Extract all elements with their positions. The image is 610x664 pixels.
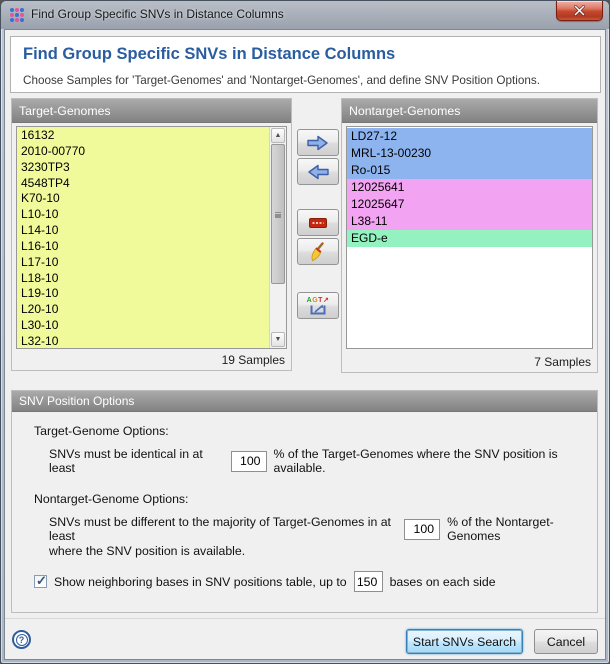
title-bar: Find Group Specific SNVs in Distance Col… <box>1 1 609 29</box>
target-rule-text-pre: SNVs must be identical in at least <box>49 447 224 475</box>
list-item[interactable]: LD27-12 <box>347 128 592 145</box>
list-item[interactable]: Ro-015 <box>347 162 592 179</box>
nontarget-percent-input[interactable] <box>404 519 440 540</box>
nontarget-genomes-header: Nontarget-Genomes <box>342 99 597 123</box>
target-genomes-header: Target-Genomes <box>12 99 291 123</box>
app-icon <box>10 8 25 23</box>
neighbor-bases-input[interactable] <box>354 571 383 592</box>
list-item[interactable]: L19-10 <box>17 286 269 302</box>
list-item[interactable]: L18-10 <box>17 271 269 287</box>
list-item[interactable]: L16-10 <box>17 239 269 255</box>
list-item[interactable]: 12025647 <box>347 196 592 213</box>
target-rule-row: SNVs must be identical in at least % of … <box>49 447 597 475</box>
list-item[interactable]: K70-10 <box>17 191 269 207</box>
target-list-scrollbar[interactable]: ▲ ▼ <box>269 127 286 348</box>
close-icon <box>574 5 585 16</box>
page-title: Find Group Specific SNVs in Distance Col… <box>23 45 395 64</box>
scrollbar-thumb[interactable] <box>271 144 285 284</box>
target-genomes-panel: Target-Genomes 161322010-007703230TP3454… <box>11 98 292 371</box>
snv-position-options-header: SNV Position Options <box>12 391 597 412</box>
broom-icon <box>308 242 328 262</box>
nontarget-genomes-listbox[interactable]: LD27-12MRL-13-00230Ro-015120256411202564… <box>346 126 593 349</box>
list-item[interactable]: L32-10 <box>17 334 269 349</box>
list-item[interactable]: 4548TP4 <box>17 176 269 192</box>
list-item[interactable]: 12025641 <box>347 179 592 196</box>
list-item[interactable]: MRL-13-00230 <box>347 145 592 162</box>
target-samples-count: 19 Samples <box>222 353 285 367</box>
target-genomes-list: 161322010-007703230TP34548TP4K70-10L10-1… <box>17 127 269 348</box>
list-item[interactable]: 3230TP3 <box>17 160 269 176</box>
neighbor-text-pre: Show neighboring bases in SNV positions … <box>54 575 347 589</box>
page-subtitle: Choose Samples for 'Target-Genomes' and … <box>23 74 540 87</box>
nontarget-genomes-panel: Nontarget-Genomes LD27-12MRL-13-00230Ro-… <box>341 98 598 373</box>
list-item[interactable]: L38-11 <box>347 213 592 230</box>
close-button[interactable] <box>556 1 603 21</box>
move-to-nontarget-button[interactable] <box>297 129 339 156</box>
select-from-alignment-button[interactable]: AGT↗ <box>297 292 339 319</box>
window-title: Find Group Specific SNVs in Distance Col… <box>31 1 284 29</box>
sequence-select-icon: AGT↗ <box>307 297 330 315</box>
arrow-left-icon <box>306 164 330 180</box>
list-item[interactable]: L20-10 <box>17 302 269 318</box>
neighbor-bases-row: Show neighboring bases in SNV positions … <box>34 571 496 592</box>
arrow-right-icon <box>306 135 330 151</box>
list-item[interactable]: L10-10 <box>17 207 269 223</box>
help-icon: ? <box>16 634 28 646</box>
nontarget-rule-continuation: where the SNV position is available. <box>49 544 245 558</box>
nontarget-rule-text-post: % of the Nontarget-Genomes <box>447 515 597 543</box>
nontarget-rule-row: SNVs must be different to the majority o… <box>49 515 597 543</box>
nontarget-rule-text-pre: SNVs must be different to the majority o… <box>49 515 397 543</box>
target-rule-text-post: % of the Target-Genomes where the SNV po… <box>274 447 597 475</box>
list-item[interactable]: 2010-00770 <box>17 144 269 160</box>
clear-lists-button[interactable] <box>297 238 339 265</box>
move-to-target-button[interactable] <box>297 158 339 185</box>
remove-icon <box>309 218 327 228</box>
list-item[interactable]: 16132 <box>17 128 269 144</box>
dialog-window: Find Group Specific SNVs in Distance Col… <box>0 0 610 664</box>
start-snvs-search-button[interactable]: Start SNVs Search <box>406 629 523 654</box>
neighbor-text-post: bases on each side <box>390 575 496 589</box>
list-item[interactable]: EGD-e <box>347 230 592 247</box>
snv-position-options-group: SNV Position Options Target-Genome Optio… <box>11 390 598 613</box>
nontarget-genomes-list: LD27-12MRL-13-00230Ro-015120256411202564… <box>347 127 592 348</box>
cancel-button[interactable]: Cancel <box>534 629 598 654</box>
footer-separator <box>5 618 605 619</box>
nontarget-samples-count: 7 Samples <box>534 355 591 369</box>
help-button[interactable]: ? <box>12 630 31 649</box>
neighbor-checkbox[interactable] <box>34 575 47 588</box>
target-genomes-listbox[interactable]: 161322010-007703230TP34548TP4K70-10L10-1… <box>16 126 287 349</box>
target-percent-input[interactable] <box>231 451 267 472</box>
scroll-up-icon[interactable]: ▲ <box>271 128 285 143</box>
list-item[interactable]: L14-10 <box>17 223 269 239</box>
nontarget-genome-options-label: Nontarget-Genome Options: <box>34 492 188 506</box>
remove-selected-button[interactable] <box>297 209 339 236</box>
target-genome-options-label: Target-Genome Options: <box>34 424 169 438</box>
scroll-down-icon[interactable]: ▼ <box>271 332 285 347</box>
list-item[interactable]: L30-10 <box>17 318 269 334</box>
header-band: Find Group Specific SNVs in Distance Col… <box>10 36 601 93</box>
list-item[interactable]: L17-10 <box>17 255 269 271</box>
